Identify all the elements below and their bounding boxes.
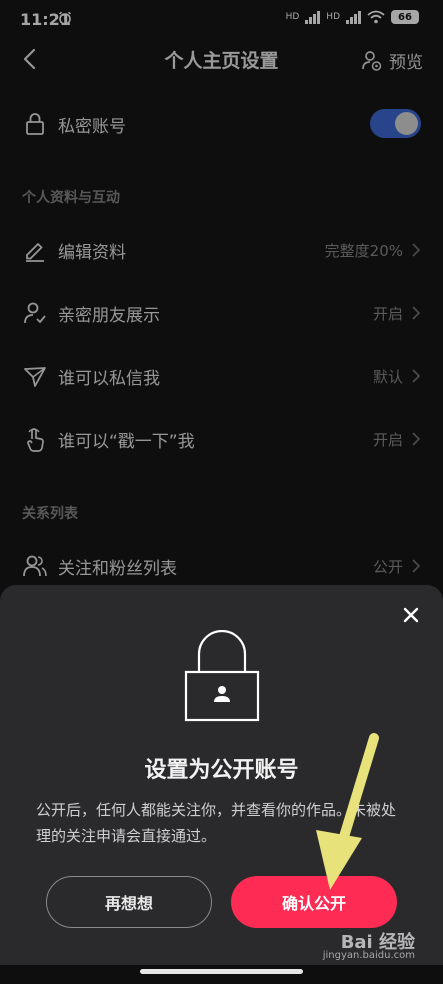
close-icon[interactable]: [401, 605, 421, 625]
home-indicator[interactable]: [140, 969, 303, 974]
watermark-url: jingyan.baidu.com: [322, 950, 415, 961]
pointer-arrow-annotation: [316, 733, 379, 890]
reconsider-button[interactable]: 再想想: [46, 876, 212, 928]
padlock-illustration-icon: [184, 630, 260, 722]
